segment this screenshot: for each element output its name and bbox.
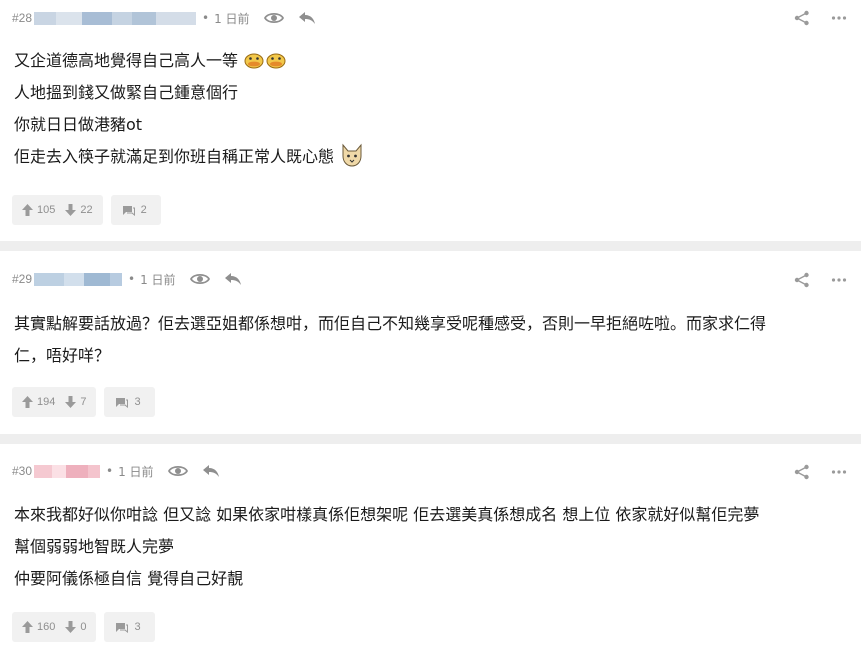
- post-body: 其實點解要話放過？佢去選亞姐都係想咁，而佢自己不知幾享受呢種感受，否則一早拒絕咗…: [14, 308, 766, 372]
- comment-count: 2: [140, 204, 147, 216]
- post-time: 1 日前: [214, 11, 250, 26]
- username-blurred[interactable]: [34, 11, 197, 25]
- post-line: 仲要阿儀係極自信 覺得自己好靚: [14, 569, 244, 588]
- upvote-count: 160: [37, 621, 56, 633]
- thumb-down-arrow-icon[interactable]: [65, 396, 77, 408]
- post-line: 又企道德高地覺得自己高人一等: [14, 51, 239, 70]
- post-actions: 160 0 3: [12, 612, 155, 642]
- share-icon[interactable]: [794, 272, 810, 288]
- eye-icon[interactable]: [189, 272, 210, 286]
- eye-icon[interactable]: [167, 464, 188, 478]
- reply-icon[interactable]: [202, 464, 220, 478]
- more-icon[interactable]: [831, 15, 847, 21]
- separator-dot: •: [106, 464, 114, 478]
- post-header: #30 • 1 日前: [12, 461, 220, 481]
- thumb-down-arrow-icon[interactable]: [65, 621, 77, 633]
- comment-button[interactable]: 3: [104, 387, 155, 417]
- duck-face-emoji-icon: [243, 48, 265, 69]
- share-icon[interactable]: [794, 464, 810, 480]
- upvote-count: 194: [37, 396, 56, 408]
- thumb-up-arrow-icon[interactable]: [22, 396, 33, 408]
- separator-dot: •: [202, 11, 210, 25]
- thumb-up-arrow-icon[interactable]: [22, 204, 33, 216]
- separator-dot: •: [128, 272, 136, 286]
- share-icon[interactable]: [794, 10, 810, 26]
- post-line: 幫個弱弱地智既人完夢: [14, 537, 175, 556]
- reply-icon[interactable]: [298, 11, 316, 25]
- comment-button[interactable]: 2: [110, 195, 161, 225]
- eye-icon[interactable]: [263, 11, 284, 25]
- post-header: #29 • 1 日前: [12, 269, 242, 289]
- downvote-count: 22: [80, 204, 93, 216]
- post-time: 1 日前: [140, 272, 176, 287]
- post-actions: 194 7 3: [12, 387, 155, 417]
- upvote-count: 105: [37, 204, 56, 216]
- vote-box: 105 22: [12, 195, 103, 225]
- vote-box: 194 7: [12, 387, 97, 417]
- post-line: 仁，唔好咩？: [14, 346, 111, 365]
- username-blurred[interactable]: [34, 272, 123, 286]
- comment-count: 3: [134, 396, 141, 408]
- post-number: #28: [12, 11, 33, 25]
- comment-bubble-icon: [122, 205, 135, 216]
- post-29: #29 • 1 日前 其實點解要話放過？佢去選亞姐都係想咁，而佢自己不知幾享受呢…: [0, 251, 861, 434]
- username-blurred[interactable]: [34, 464, 101, 478]
- post-separator: [0, 241, 861, 251]
- comment-count: 3: [134, 621, 141, 633]
- post-number: #30: [12, 464, 33, 478]
- more-icon[interactable]: [831, 277, 847, 283]
- post-body: 本來我都好似你咁諗 但又諗 如果依家咁樣真係佢想架呢 佢去選美真係想成名 想上位…: [14, 499, 759, 595]
- post-line: 本來我都好似你咁諗 但又諗 如果依家咁樣真係佢想架呢 佢去選美真係想成名 想上位…: [14, 505, 760, 524]
- reply-icon[interactable]: [224, 272, 242, 286]
- vote-box: 160 0: [12, 612, 97, 642]
- post-30: #30 • 1 日前 本來我都好似你咁諗 但又諗 如果依家咁樣真係佢想架呢 佢去…: [0, 444, 861, 651]
- thumb-up-arrow-icon[interactable]: [22, 621, 33, 633]
- post-time: 1 日前: [118, 464, 154, 479]
- post-line: 佢走去入筷子就滿足到你班自稱正常人既心態: [14, 147, 335, 166]
- post-body: 又企道德高地覺得自己高人一等 人地搵到錢又做緊自己鍾意個行 你就日日做港豬ot …: [14, 45, 365, 173]
- downvote-count: 0: [80, 621, 87, 633]
- comment-bubble-icon: [115, 622, 129, 633]
- downvote-count: 7: [80, 396, 87, 408]
- post-separator: [0, 434, 861, 444]
- post-28: #28 • 1 日前 又企道德高地覺得自己高人一等 人地搵到錢又做緊自己鍾意個行…: [0, 0, 861, 241]
- fox-face-emoji-icon: [339, 142, 365, 168]
- duck-face-emoji-icon: [265, 48, 287, 69]
- more-icon[interactable]: [831, 469, 847, 475]
- post-line: 你就日日做港豬ot: [14, 115, 143, 134]
- post-actions: 105 22 2: [12, 195, 161, 225]
- post-number: #29: [12, 272, 33, 286]
- post-line: 人地搵到錢又做緊自己鍾意個行: [14, 83, 239, 102]
- comment-bubble-icon: [115, 397, 129, 408]
- post-header: #28 • 1 日前: [12, 8, 316, 28]
- thumb-down-arrow-icon[interactable]: [65, 204, 77, 216]
- comment-button[interactable]: 3: [104, 612, 155, 642]
- post-line: 其實點解要話放過？佢去選亞姐都係想咁，而佢自己不知幾享受呢種感受，否則一早拒絕咗…: [14, 314, 767, 333]
